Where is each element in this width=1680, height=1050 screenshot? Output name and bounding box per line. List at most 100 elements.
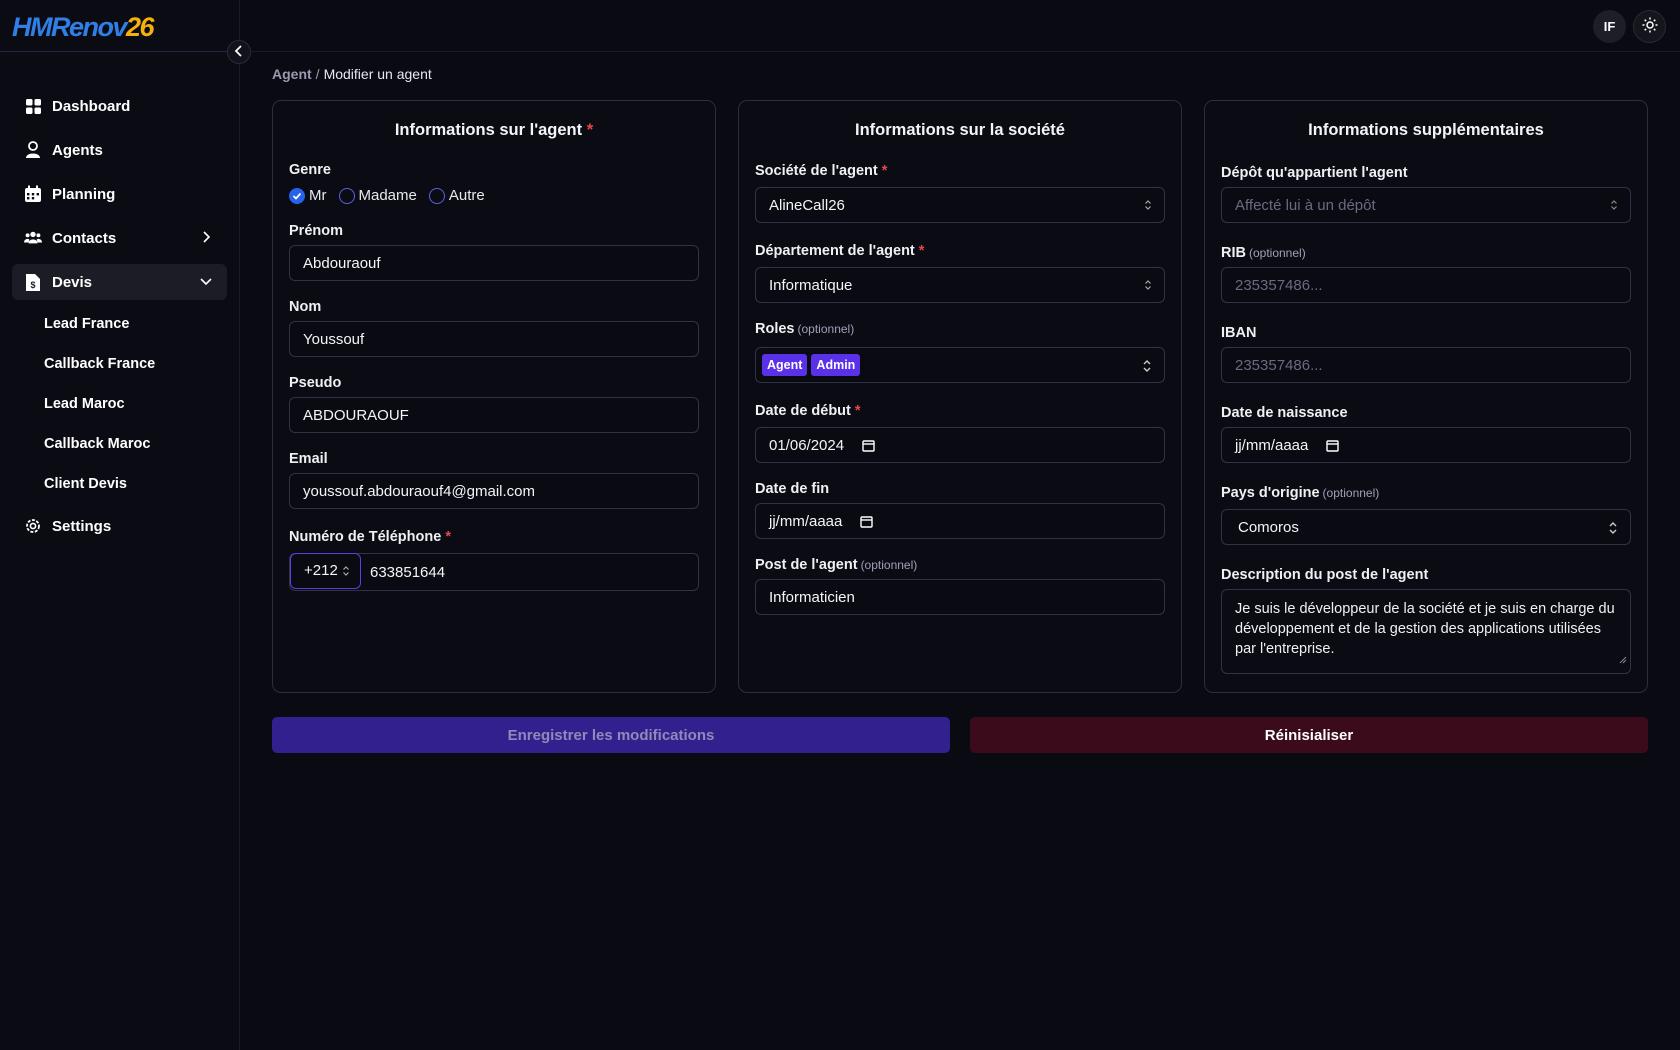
chevron-down-icon (199, 274, 213, 292)
sidebar-item-dashboard[interactable]: Dashboard (12, 88, 227, 124)
post-input[interactable]: Informaticien (755, 579, 1165, 615)
sidebar-item-label: Devis (52, 273, 93, 291)
save-button[interactable]: Enregistrer les modifications (272, 717, 950, 753)
role-tag-agent[interactable]: Agent (762, 354, 808, 376)
iban-label: IBAN (1221, 325, 1257, 341)
genre-radio-mr[interactable]: Mr (289, 187, 327, 204)
sidebar: HMRenov26 Dashboard Agents Planning Cont… (0, 0, 240, 1050)
calendar-icon[interactable] (862, 439, 875, 452)
calendar-icon (24, 185, 42, 203)
sidebar-item-settings[interactable]: Settings (12, 508, 227, 544)
sidebar-subitem-lead-france[interactable]: Lead France (12, 308, 227, 340)
sun-icon (1642, 17, 1658, 37)
phone-label: Numéro de Téléphone * (289, 529, 451, 545)
topbar: IF (240, 0, 1680, 52)
sidebar-item-planning[interactable]: Planning (12, 176, 227, 212)
genre-radio-autre[interactable]: Autre (428, 187, 485, 204)
users-icon (24, 229, 42, 247)
select-arrows-icon (342, 565, 350, 577)
extra-info-card: Informations supplémentaires Dépôt qu'ap… (1204, 100, 1648, 693)
dashboard-icon (24, 97, 42, 115)
sidebar-subitem-callback-france[interactable]: Callback France (12, 348, 227, 380)
sidebar-nav: Dashboard Agents Planning Contacts $ Dev… (12, 88, 227, 552)
roles-label: Roles (optionnel) (755, 321, 855, 337)
rib-label: RIB (optionnel) (1221, 245, 1306, 261)
collapse-sidebar-button[interactable] (227, 40, 251, 64)
select-arrows-icon (1144, 198, 1152, 216)
avatar[interactable]: IF (1593, 10, 1626, 43)
reset-button[interactable]: Réinisialiser (970, 717, 1648, 753)
breadcrumb-current: Modifier un agent (323, 66, 432, 82)
sidebar-item-contacts[interactable]: Contacts (12, 220, 227, 256)
societe-select[interactable]: AlineCall26 (755, 187, 1165, 223)
calendar-icon[interactable] (860, 515, 874, 528)
genre-radio-group: Mr Madame Autre (289, 187, 497, 204)
sidebar-item-label: Settings (52, 517, 112, 535)
sidebar-subitem-lead-maroc[interactable]: Lead Maroc (12, 388, 227, 420)
societe-label: Société de l'agent * (755, 163, 888, 179)
sidebar-item-label: Planning (52, 185, 116, 203)
breadcrumb-separator: / (315, 66, 320, 82)
sidebar-divider (0, 51, 240, 52)
departement-label: Département de l'agent * (755, 243, 925, 259)
select-arrows-icon (1610, 198, 1618, 216)
description-textarea[interactable]: Je suis le développeur de la société et … (1221, 589, 1631, 674)
svg-text:$: $ (30, 280, 35, 290)
user-icon (24, 141, 42, 159)
date-debut-input[interactable]: 01/06/2024 (755, 427, 1165, 463)
select-arrows-icon (1142, 358, 1152, 378)
breadcrumb: Agent / Modifier un agent (272, 66, 432, 82)
select-arrows-icon (1144, 278, 1152, 296)
sidebar-item-label: Contacts (52, 229, 117, 247)
nom-input[interactable]: Youssouf (289, 321, 699, 357)
sidebar-item-devis[interactable]: $ Devis (12, 264, 227, 300)
genre-label: Genre (289, 162, 331, 178)
phone-field: +212 633851644 (289, 552, 699, 591)
phone-prefix-select[interactable]: +212 (290, 552, 361, 589)
date-fin-input[interactable]: jj/mm/aaaa (755, 503, 1165, 539)
depot-label: Dépôt qu'appartient l'agent (1221, 165, 1408, 181)
departement-select[interactable]: Informatique (755, 267, 1165, 303)
pseudo-label: Pseudo (289, 375, 342, 391)
theme-toggle-button[interactable] (1633, 10, 1666, 43)
sidebar-item-label: Agents (52, 141, 103, 159)
date-fin-label: Date de fin (755, 481, 830, 497)
prenom-label: Prénom (289, 223, 343, 239)
naissance-label: Date de naissance (1221, 405, 1348, 421)
depot-select[interactable]: Affecté lui à un dépôt (1221, 187, 1631, 223)
pays-select[interactable]: Comoros (1221, 509, 1631, 545)
file-dollar-icon: $ (24, 273, 42, 291)
sidebar-item-agents[interactable]: Agents (12, 132, 227, 168)
card-title: Informations sur la société (855, 121, 1065, 139)
roles-multiselect[interactable]: Agent Admin (755, 347, 1165, 383)
post-label: Post de l'agent (optionnel) (755, 557, 918, 573)
select-arrows-icon (1608, 520, 1618, 540)
role-tag-admin[interactable]: Admin (811, 354, 861, 376)
phone-number-input[interactable]: 633851644 (370, 564, 445, 581)
resize-handle-icon[interactable] (1618, 650, 1627, 670)
sidebar-item-label: Dashboard (52, 97, 131, 115)
rib-input[interactable]: 235357486... (1221, 267, 1631, 303)
genre-radio-madame[interactable]: Madame (338, 187, 417, 204)
breadcrumb-parent-link[interactable]: Agent (272, 66, 312, 82)
company-info-card: Informations sur la société Société de l… (738, 100, 1182, 693)
card-title: Informations supplémentaires (1308, 121, 1544, 139)
card-title: Informations sur l'agent * (394, 121, 594, 139)
radio-checked-icon (289, 187, 305, 204)
prenom-input[interactable]: Abdouraouf (289, 245, 699, 281)
radio-empty-icon (338, 187, 355, 204)
nom-label: Nom (289, 299, 322, 315)
pseudo-input[interactable]: ABDOURAOUF (289, 397, 699, 433)
chevron-left-icon (233, 44, 245, 61)
iban-input[interactable]: 235357486... (1221, 347, 1631, 383)
description-label: Description du post de l'agent (1221, 567, 1429, 583)
calendar-icon[interactable] (1326, 439, 1340, 452)
logo[interactable]: HMRenov26 (12, 12, 155, 42)
pays-label: Pays d'origine (optionnel) (1221, 485, 1380, 501)
sidebar-subitem-callback-maroc[interactable]: Callback Maroc (12, 428, 227, 460)
naissance-input[interactable]: jj/mm/aaaa (1221, 427, 1631, 463)
chevron-right-icon (199, 230, 213, 248)
email-input[interactable]: youssouf.abdouraouf4@gmail.com (289, 473, 699, 509)
sidebar-subitem-client-devis[interactable]: Client Devis (12, 468, 227, 500)
agent-info-card: Informations sur l'agent * Genre Mr Mada… (272, 100, 716, 693)
